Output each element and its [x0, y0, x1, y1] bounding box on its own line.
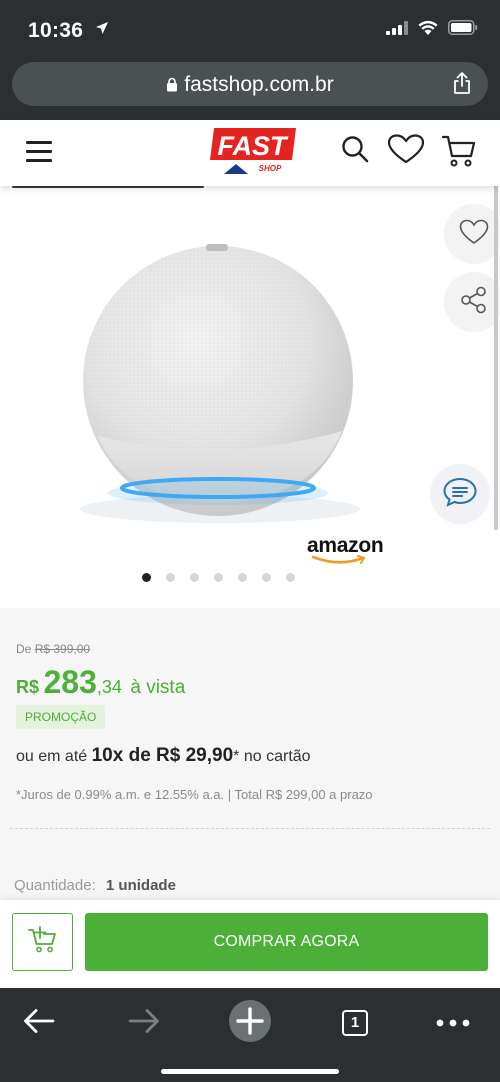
share-side-button[interactable] [444, 272, 500, 332]
logo-sub-text: SHOP [259, 164, 282, 173]
quantity-value[interactable]: 1 unidade [106, 877, 176, 894]
gallery-dot[interactable] [238, 573, 247, 582]
lock-icon [166, 74, 178, 98]
status-bar: 10:36 [0, 0, 500, 56]
search-icon[interactable] [340, 134, 370, 173]
gallery-dot[interactable] [262, 573, 271, 582]
favorite-side-button[interactable] [444, 204, 500, 264]
installment-value: 10x de R$ 29,90 [91, 745, 234, 766]
cart-add-icon [27, 925, 58, 959]
interest-note: *Juros de 0.99% a.m. e 12.55% a.a. | Tot… [16, 787, 373, 802]
price-cash-label: à vista [130, 677, 186, 698]
forward-button[interactable] [123, 998, 165, 1048]
page-scrollbar[interactable] [494, 150, 498, 530]
location-arrow-icon [95, 17, 109, 41]
tabs-icon: 1 [342, 1010, 368, 1036]
chat-button[interactable] [430, 464, 490, 524]
brand-logo: amazon [307, 534, 384, 564]
header-actions [340, 134, 476, 173]
forward-icon [128, 1008, 160, 1039]
wifi-icon [418, 20, 438, 40]
old-price: De R$ 399,00 [16, 642, 90, 656]
quantity-selector[interactable]: Quantidade: 1 unidade [14, 877, 176, 894]
brand-logo-text: amazon [307, 534, 384, 557]
add-to-cart-button[interactable] [12, 913, 73, 971]
status-icons [386, 20, 478, 40]
fast-shop-logo[interactable]: FAST SHOP [208, 128, 296, 174]
price-cents: ,34 [96, 677, 122, 697]
tabs-count: 1 [342, 1010, 368, 1036]
menu-icon-bar [26, 159, 52, 162]
cart-icon[interactable] [441, 134, 476, 173]
buy-bar: COMPRAR AGORA [0, 900, 500, 988]
installment-info: ou em até 10x de R$ 29,90* no cartão [16, 745, 311, 767]
gallery-dot[interactable] [166, 573, 175, 582]
status-time-text: 10:36 [28, 19, 84, 42]
site-header: FAST SHOP [0, 120, 500, 186]
url-text: fastshop.com.br [184, 73, 334, 96]
price-section: De R$ 399,00 R$ 283,34 à vista PROMOÇÃO … [0, 608, 500, 908]
buy-now-button[interactable]: COMPRAR AGORA [85, 913, 488, 971]
old-price-label: De [16, 642, 32, 656]
chat-icon [442, 476, 478, 513]
menu-icon-bar [26, 150, 52, 153]
heart-icon [459, 219, 489, 250]
menu-icon-bar [26, 141, 52, 144]
back-icon [23, 1008, 55, 1039]
browser-top-chrome: 10:36 fastshop.com.br [0, 0, 500, 120]
price-currency: R$ [16, 677, 40, 697]
installment-suffix: no cartão [243, 748, 311, 765]
product-gallery[interactable]: amazon [0, 186, 500, 608]
browser-toolbar: 1 [0, 988, 500, 1082]
promo-badge: PROMOÇÃO [16, 705, 106, 729]
url-display: fastshop.com.br [12, 73, 488, 98]
product-image [80, 241, 370, 531]
logo-main-text: FAST [217, 131, 289, 161]
signal-icon [386, 20, 408, 40]
gallery-pagination [142, 573, 295, 582]
browser-share-button[interactable] [452, 71, 472, 100]
heart-icon[interactable] [387, 134, 425, 173]
gallery-dot[interactable] [142, 573, 151, 582]
more-icon [436, 1014, 470, 1032]
more-button[interactable] [436, 998, 470, 1048]
old-price-value: R$ 399,00 [34, 642, 91, 656]
new-tab-button[interactable] [228, 998, 272, 1048]
tabs-button[interactable]: 1 [341, 998, 369, 1048]
share-icon [459, 285, 489, 320]
section-divider [10, 828, 490, 829]
back-button[interactable] [18, 998, 60, 1048]
gallery-dot[interactable] [190, 573, 199, 582]
installment-asterisk: * [233, 748, 240, 765]
quantity-label: Quantidade: [14, 877, 96, 894]
status-time: 10:36 [28, 17, 109, 43]
share-icon [452, 72, 472, 99]
gallery-dot[interactable] [286, 573, 295, 582]
new-tab-icon [228, 999, 272, 1048]
installment-prefix: ou em até [16, 748, 88, 765]
battery-icon [448, 20, 478, 40]
home-indicator[interactable] [161, 1069, 339, 1074]
menu-button[interactable] [26, 141, 52, 162]
price-integer: 283 [43, 664, 97, 700]
gallery-dot[interactable] [214, 573, 223, 582]
current-price: R$ 283,34 à vista [16, 664, 185, 701]
url-bar[interactable]: fastshop.com.br [12, 62, 488, 106]
